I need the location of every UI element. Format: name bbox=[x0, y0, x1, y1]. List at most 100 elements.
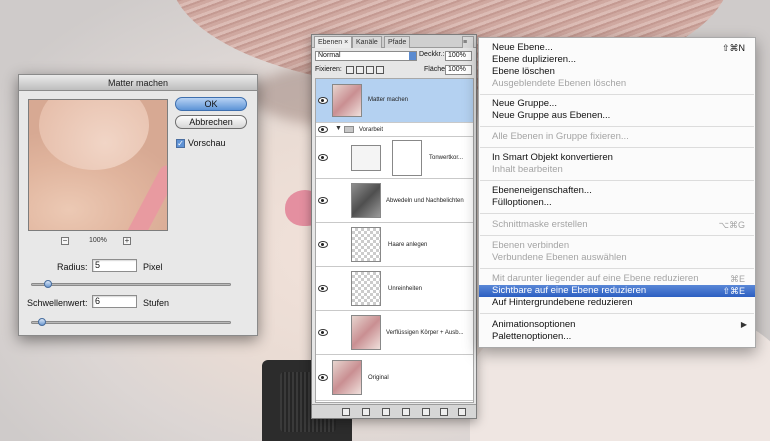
menu-separator bbox=[480, 147, 754, 148]
layer-row[interactable]: Verflüssigen Körper + Ausb... bbox=[316, 311, 473, 355]
menu-item-merge-visible[interactable]: Sichtbare auf eine Ebene reduzieren ⇧⌘E bbox=[479, 285, 755, 297]
menu-item-link-layers: Ebenen verbinden bbox=[492, 240, 570, 251]
threshold-label: Schwellenwert: bbox=[27, 298, 88, 308]
threshold-unit: Stufen bbox=[143, 298, 170, 308]
opacity-label: Deckkr.: bbox=[419, 51, 445, 58]
layer-thumbnail bbox=[351, 315, 381, 350]
panel-menu-icon[interactable]: ≡ bbox=[462, 36, 474, 48]
layers-bottom-bar bbox=[312, 404, 476, 418]
blend-mode-select[interactable]: Normal bbox=[315, 51, 417, 61]
layer-thumbnail bbox=[332, 360, 362, 395]
layer-row[interactable]: Matter machen bbox=[316, 79, 473, 123]
radius-slider-thumb[interactable] bbox=[44, 280, 52, 288]
visibility-eye-icon[interactable] bbox=[318, 374, 328, 381]
trash-icon[interactable] bbox=[458, 408, 466, 416]
menu-separator bbox=[480, 213, 754, 214]
panel-tabs: Ebenen × Kanäle Pfade ≡ bbox=[312, 35, 476, 48]
preview-checkbox[interactable]: ✓ bbox=[176, 139, 185, 148]
fill-value: 100% bbox=[448, 66, 466, 73]
zoom-in-button[interactable]: + bbox=[123, 237, 131, 245]
menu-item-select-linked-layers: Verbundene Ebenen auswählen bbox=[492, 252, 627, 263]
visibility-eye-icon[interactable] bbox=[318, 126, 328, 133]
menu-item-layer-properties[interactable]: Ebeneneigenschaften... bbox=[479, 185, 755, 197]
lock-all-icon[interactable] bbox=[376, 66, 384, 74]
threshold-input[interactable]: 6 bbox=[92, 295, 137, 308]
layer-style-icon[interactable] bbox=[362, 408, 370, 416]
radius-label: Radius: bbox=[57, 262, 88, 272]
menu-item-label: Animationsoptionen bbox=[492, 319, 576, 330]
menu-separator bbox=[480, 268, 754, 269]
visibility-eye-icon[interactable] bbox=[318, 197, 328, 204]
preview-skin bbox=[39, 100, 149, 170]
menu-separator bbox=[480, 235, 754, 236]
menu-item-delete-layer[interactable]: Ebene löschen bbox=[479, 66, 755, 78]
lock-move-icon[interactable] bbox=[366, 66, 374, 74]
threshold-slider-track[interactable] bbox=[31, 318, 231, 326]
menu-item-duplicate-layer[interactable]: Ebene duplizieren... bbox=[479, 54, 755, 66]
filter-dialog: Matter machen − 100% + OK Abbrechen ✓ Vo… bbox=[18, 74, 258, 336]
tab-layers[interactable]: Ebenen × bbox=[314, 36, 353, 48]
layer-name: Tonwertkor... bbox=[429, 155, 464, 161]
menu-item-shortcut: ⌘E bbox=[729, 274, 745, 284]
menu-item-palette-options[interactable]: Palettenoptionen... bbox=[479, 331, 755, 343]
menu-item-convert-smart-object[interactable]: In Smart Objekt konvertieren bbox=[479, 152, 755, 164]
ok-button[interactable]: OK bbox=[175, 97, 247, 111]
menu-item-new-group[interactable]: Neue Gruppe... bbox=[479, 98, 755, 110]
lock-icons bbox=[346, 66, 390, 75]
expand-triangle-icon[interactable]: ▼ bbox=[335, 125, 342, 132]
add-mask-icon[interactable] bbox=[382, 408, 390, 416]
blend-mode-value: Normal bbox=[318, 52, 341, 59]
submenu-arrow-icon: ▶ bbox=[740, 320, 747, 329]
menu-item-animation-options[interactable]: Animationsoptionen ▶ bbox=[479, 319, 755, 331]
preview-strap bbox=[112, 162, 167, 230]
threshold-slider-thumb[interactable] bbox=[38, 318, 46, 326]
menu-item-flatten-image[interactable]: Auf Hintergrundebene reduzieren bbox=[479, 297, 755, 309]
new-group-icon[interactable] bbox=[422, 408, 430, 416]
layer-thumbnail bbox=[351, 227, 381, 262]
tab-paths[interactable]: Pfade bbox=[384, 36, 411, 48]
tab-channels[interactable]: Kanäle bbox=[352, 36, 382, 48]
menu-item-group-from-layers[interactable]: Neue Gruppe aus Ebenen... bbox=[479, 110, 755, 122]
menu-item-new-layer[interactable]: Neue Ebene... ⇧⌘N bbox=[479, 42, 755, 54]
opacity-input[interactable]: 100% bbox=[445, 51, 472, 61]
adjustment-layer-icon[interactable] bbox=[402, 408, 410, 416]
menu-item-create-clipping-mask: Schnittmaske erstellen ⌥⌘G bbox=[479, 219, 755, 231]
zoom-controls: − 100% + bbox=[61, 237, 131, 247]
layer-row[interactable]: Original bbox=[316, 355, 473, 401]
layer-name: Original bbox=[368, 375, 389, 381]
menu-separator bbox=[480, 126, 754, 127]
lock-paint-icon[interactable] bbox=[356, 66, 364, 74]
lock-label: Fixieren: bbox=[315, 66, 342, 73]
layer-name: Abwedeln und Nachbelichten bbox=[386, 198, 464, 204]
panel-menu: Neue Ebene... ⇧⌘N Ebene duplizieren... Eb… bbox=[478, 37, 756, 348]
fill-input[interactable]: 100% bbox=[445, 65, 472, 75]
layer-group-row[interactable]: ▼ Vorarbeit bbox=[316, 123, 473, 137]
blend-mode-arrow-icon bbox=[409, 52, 416, 60]
layer-row[interactable]: Unreinheiten bbox=[316, 267, 473, 311]
lock-transparent-icon[interactable] bbox=[346, 66, 354, 74]
folder-icon bbox=[344, 126, 354, 133]
link-layers-icon[interactable] bbox=[342, 408, 350, 416]
visibility-eye-icon[interactable] bbox=[318, 241, 328, 248]
zoom-out-button[interactable]: − bbox=[61, 237, 69, 245]
layer-mask-thumbnail bbox=[392, 140, 422, 176]
layer-row[interactable]: Haare anlegen bbox=[316, 223, 473, 267]
menu-separator bbox=[480, 313, 754, 314]
layer-name: Haare anlegen bbox=[388, 242, 428, 248]
visibility-eye-icon[interactable] bbox=[318, 97, 328, 104]
cancel-button[interactable]: Abbrechen bbox=[175, 115, 247, 129]
layer-thumbnail bbox=[351, 271, 381, 306]
visibility-eye-icon[interactable] bbox=[318, 154, 328, 161]
visibility-eye-icon[interactable] bbox=[318, 329, 328, 336]
dialog-title[interactable]: Matter machen bbox=[19, 75, 257, 91]
layer-row[interactable]: Abwedeln und Nachbelichten bbox=[316, 179, 473, 223]
new-layer-icon[interactable] bbox=[440, 408, 448, 416]
visibility-eye-icon[interactable] bbox=[318, 285, 328, 292]
layer-row[interactable]: Tonwertkor... bbox=[316, 137, 473, 179]
layer-name: Vorarbeit bbox=[359, 127, 384, 133]
radius-slider-track[interactable] bbox=[31, 280, 231, 288]
menu-item-blending-options[interactable]: Fülloptionen... bbox=[479, 197, 755, 209]
menu-separator bbox=[480, 94, 754, 95]
radius-input[interactable]: 5 bbox=[92, 259, 137, 272]
filter-preview[interactable] bbox=[28, 99, 168, 231]
